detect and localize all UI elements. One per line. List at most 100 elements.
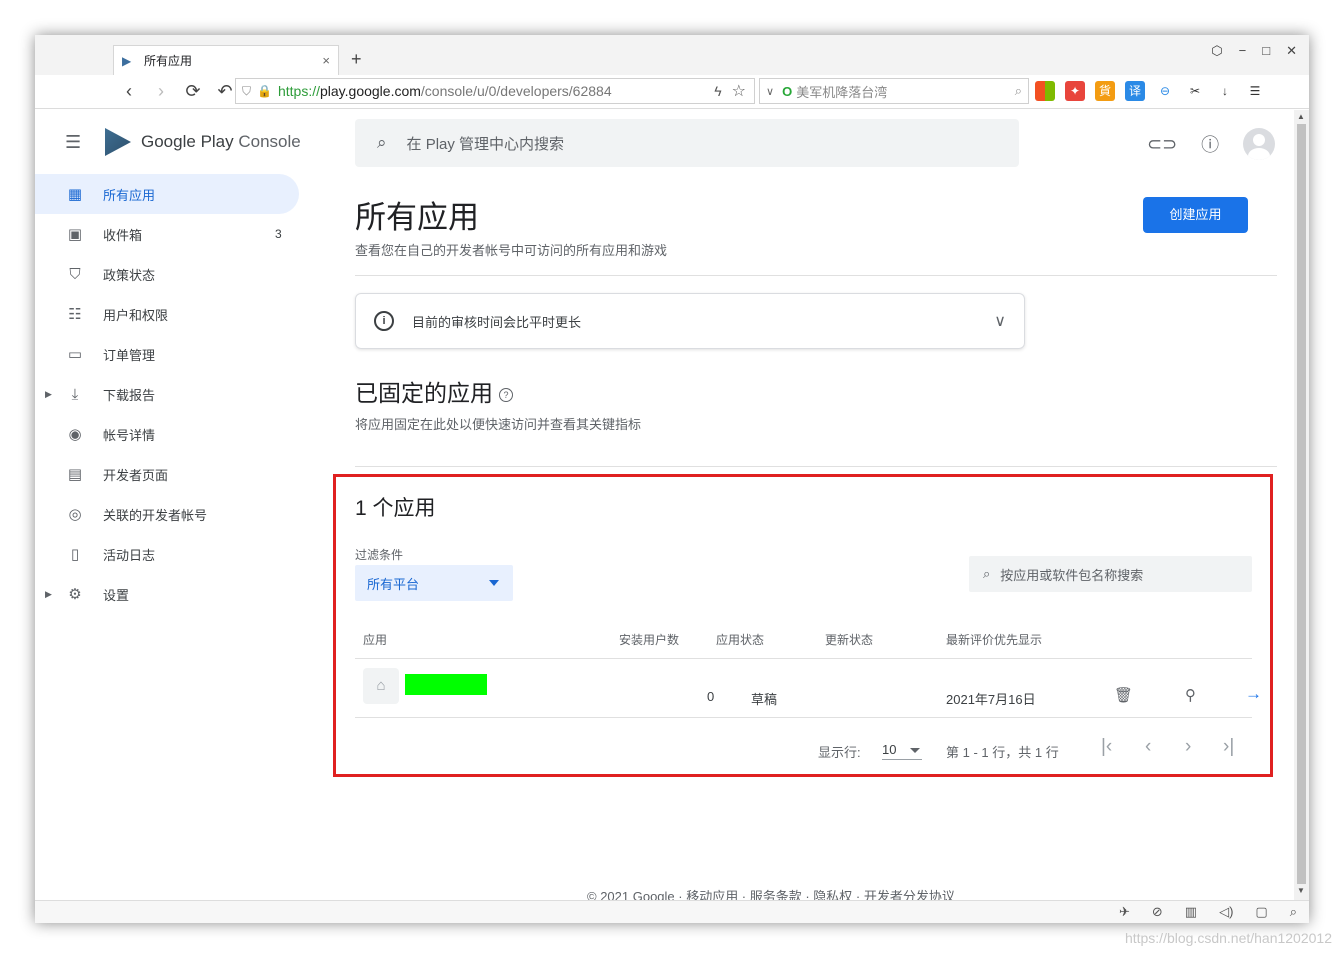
brand-name[interactable]: Google Play Console bbox=[141, 132, 301, 152]
column-header-installs[interactable]: 安装用户数 bbox=[619, 631, 679, 648]
link-icon[interactable]: ⊂⊃ bbox=[1147, 134, 1177, 155]
search-engine-dropdown-icon[interactable]: ∨ bbox=[766, 85, 774, 98]
sidebar-item-label: 关联的开发者帐号 bbox=[103, 507, 208, 523]
lightning-icon[interactable]: ϟ bbox=[714, 83, 721, 99]
highlight-box bbox=[333, 474, 1273, 777]
pin-icon[interactable]: ⚲ bbox=[1185, 686, 1196, 704]
scroll-up-icon[interactable]: ▲ bbox=[1297, 112, 1305, 121]
create-app-button[interactable]: 创建应用 bbox=[1143, 197, 1248, 233]
title-bar: ▶ 所有应用 × + ⬡ − □ ✕ bbox=[35, 35, 1309, 75]
arrow-right-icon[interactable]: → bbox=[1245, 684, 1262, 704]
rows-per-page-select[interactable]: 10 bbox=[882, 734, 922, 760]
sidebar-item-5[interactable]: ▶ ⤓ 下载报告 bbox=[35, 374, 335, 414]
shopping-ext-icon[interactable]: 貨 bbox=[1095, 81, 1115, 101]
column-header-update-status[interactable]: 更新状态 bbox=[825, 631, 873, 648]
table-row[interactable]: ⌂ 0 草稿 2021年7月16日 🗑 ⚲ → bbox=[355, 659, 1262, 717]
reload-button[interactable]: ⟳ bbox=[183, 81, 203, 102]
brand: ☰ Google Play Console bbox=[65, 128, 301, 156]
hamburger-menu-icon[interactable]: ☰ bbox=[65, 132, 85, 153]
minimize-button[interactable]: − bbox=[1239, 43, 1247, 59]
translate-ext-icon[interactable]: 译 bbox=[1125, 81, 1145, 101]
zoom-icon[interactable]: ⌕ bbox=[1290, 904, 1297, 920]
sidebar-item-7[interactable]: ▤ 开发者页面 bbox=[35, 454, 335, 494]
review-time-notice[interactable]: i 目前的审核时间会比平时更长 ∨ bbox=[355, 293, 1025, 349]
tab-title: 所有应用 bbox=[144, 54, 193, 68]
speaker-icon[interactable]: ◁) bbox=[1219, 904, 1233, 920]
column-header-sort-latest[interactable]: 最新评价优先显示 bbox=[946, 631, 1042, 648]
trash-icon[interactable]: ▥ bbox=[1185, 904, 1197, 920]
redacted-app-name[interactable] bbox=[405, 674, 487, 695]
play-console-logo-icon bbox=[105, 128, 131, 156]
scroll-down-icon[interactable]: ▼ bbox=[1297, 886, 1305, 895]
security-shield-icon[interactable]: ⛉ bbox=[242, 84, 251, 99]
notice-text: 目前的审核时间会比平时更长 bbox=[412, 314, 582, 330]
app-status-cell: 草稿 bbox=[751, 692, 778, 707]
vertical-scrollbar[interactable]: ▲ ▼ bbox=[1294, 110, 1309, 900]
app-search-placeholder: 按应用或软件包名称搜索 bbox=[1000, 567, 1144, 583]
search-icon[interactable]: ⌕ bbox=[1015, 83, 1022, 99]
avatar[interactable] bbox=[1243, 128, 1276, 160]
tab-close-icon[interactable]: × bbox=[322, 53, 330, 68]
dropdown-caret-icon bbox=[489, 580, 499, 586]
sidebar-item-3[interactable]: ☷ 用户和权限 bbox=[35, 294, 335, 334]
address-bar[interactable]: ⛉ 🔒 https:// play.google.com /console/u/… bbox=[235, 78, 755, 104]
pagination-range: 第 1 - 1 行，共 1 行 bbox=[946, 745, 1059, 760]
sidebar-item-0[interactable]: ▦ 所有应用 bbox=[35, 174, 299, 214]
sidebar-item-6[interactable]: ◉ 帐号详情 bbox=[35, 414, 335, 454]
account-icon: ◉ bbox=[68, 426, 82, 443]
divider bbox=[355, 466, 1277, 467]
sidebar-item-1[interactable]: ▣ 收件箱 3 bbox=[35, 214, 335, 254]
console-search-bar[interactable]: ⌕ 在 Play 管理中心内搜索 bbox=[355, 119, 1019, 167]
delete-icon[interactable]: 🗑 bbox=[1114, 686, 1133, 704]
sidebar-item-4[interactable]: ▭ 订单管理 bbox=[35, 334, 335, 374]
scrollbar-thumb[interactable] bbox=[1297, 124, 1306, 884]
chevron-down-icon[interactable]: ∨ bbox=[994, 311, 1006, 331]
download-arrow-icon[interactable]: ↓ bbox=[1215, 81, 1235, 101]
play-console-favicon: ▶ bbox=[122, 53, 132, 68]
first-page-icon[interactable]: |‹ bbox=[1101, 736, 1112, 758]
expand-arrow-icon[interactable]: ▶ bbox=[45, 389, 52, 400]
rocket-icon[interactable]: ✈ bbox=[1119, 904, 1130, 920]
minus-ext-icon[interactable]: ⊖ bbox=[1155, 81, 1175, 101]
url-path: /console/u/0/developers/62884 bbox=[420, 83, 612, 99]
last-page-icon[interactable]: ›| bbox=[1223, 736, 1234, 758]
search-engine-text: 美军机降落台湾 bbox=[796, 84, 888, 100]
sidebar-item-9[interactable]: ▯ 活动日志 bbox=[35, 534, 335, 574]
grid-icon: ▦ bbox=[67, 186, 83, 203]
bookmark-star-icon[interactable]: ☆ bbox=[732, 81, 746, 101]
accelerate-icon[interactable]: ⊘ bbox=[1152, 904, 1163, 920]
help-icon[interactable]: ⓘ bbox=[1201, 131, 1219, 157]
browser-tab[interactable]: ▶ 所有应用 × bbox=[113, 45, 339, 75]
next-page-icon[interactable]: › bbox=[1185, 736, 1191, 758]
page-footer[interactable]: © 2021 Google · 移动应用 · 服务条款 · 隐私权 · 开发者分… bbox=[587, 886, 955, 900]
browser-toolbar: ‹ › ⟳ ↶ ⛉ 🔒 https:// play.google.com /co… bbox=[35, 75, 1309, 109]
close-window-button[interactable]: ✕ bbox=[1286, 43, 1297, 59]
expand-arrow-icon[interactable]: ▶ bbox=[45, 589, 52, 600]
window-icon[interactable]: ▢ bbox=[1255, 904, 1267, 920]
browser-search-box[interactable]: ∨ O 美军机降落台湾 ⌕ bbox=[759, 78, 1029, 104]
apps-icon[interactable] bbox=[1035, 81, 1055, 101]
undo-close-button[interactable]: ↶ bbox=[215, 81, 235, 102]
maximize-button[interactable]: □ bbox=[1262, 43, 1270, 59]
scissors-icon[interactable]: ✂ bbox=[1185, 81, 1205, 101]
sidebar-item-2[interactable]: ⛉ 政策状态 bbox=[35, 254, 335, 294]
sidebar-item-8[interactable]: ◎ 关联的开发者帐号 bbox=[35, 494, 335, 534]
inbox-icon: ▣ bbox=[67, 226, 83, 243]
menu-icon[interactable]: ☰ bbox=[1245, 81, 1265, 101]
new-tab-button[interactable]: + bbox=[351, 49, 362, 70]
app-search-input[interactable]: ⌕ 按应用或软件包名称搜索 bbox=[969, 556, 1252, 592]
extension-icons: ✦ 貨 译 ⊖ ✂ ↓ ☰ bbox=[1035, 81, 1265, 101]
forward-button[interactable]: › bbox=[151, 81, 171, 102]
web-icon: ▤ bbox=[67, 466, 83, 483]
help-circle-icon[interactable]: ? bbox=[499, 387, 513, 402]
column-header-app[interactable]: 应用 bbox=[363, 631, 387, 648]
column-header-app-status[interactable]: 应用状态 bbox=[716, 631, 764, 648]
linked-icon: ◎ bbox=[68, 506, 82, 523]
previous-page-icon[interactable]: ‹ bbox=[1145, 736, 1151, 758]
game-icon[interactable]: ✦ bbox=[1065, 81, 1085, 101]
date-cell: 2021年7月16日 bbox=[946, 692, 1036, 707]
platform-filter-select[interactable]: 所有平台 bbox=[355, 565, 513, 601]
back-button[interactable]: ‹ bbox=[119, 81, 139, 102]
sidebar-item-10[interactable]: ▶ ⚙ 设置 bbox=[35, 574, 335, 614]
skin-icon[interactable]: ⬡ bbox=[1211, 43, 1222, 59]
